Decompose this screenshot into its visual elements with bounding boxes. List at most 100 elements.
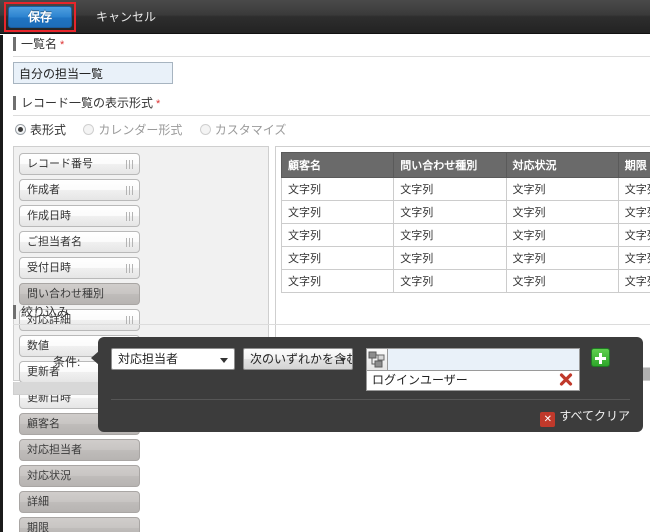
table-row: 文字列 文字列 文字列 文字列 [282, 224, 650, 247]
table-cell: 文字列 [282, 201, 394, 224]
field-chip-used[interactable]: 期限 [19, 517, 140, 532]
table-cell: 文字列 [618, 178, 650, 201]
field-chip-label: 対応状況 [27, 470, 71, 482]
field-chip-used[interactable]: 対応担当者 [19, 439, 140, 461]
filter-value-input[interactable] [388, 348, 580, 371]
filter-value-area: ログインユーザー [366, 348, 580, 391]
radio-label: 表形式 [30, 123, 66, 137]
field-chip-label: 問い合わせ種別 [27, 288, 104, 300]
radio-dot-icon [15, 124, 26, 135]
cancel-button[interactable]: キャンセル [88, 2, 164, 32]
display-format-section-heading: レコード一覧の表示形式* [13, 94, 650, 112]
table-cell: 文字列 [394, 201, 506, 224]
table-cell: 文字列 [618, 247, 650, 270]
radio-customize-format[interactable]: カスタマイズ [200, 120, 287, 140]
filter-field-select-value: 対応担当者 [118, 352, 178, 366]
clear-all-label: すべてクリア [559, 409, 630, 423]
field-chip[interactable]: 作成日時 [19, 205, 140, 227]
radio-calendar-format[interactable]: カレンダー形式 [83, 120, 182, 140]
field-chip-used[interactable]: 対応状況 [19, 465, 140, 487]
table-cell: 文字列 [506, 201, 618, 224]
filter-operator-select-value: 次のいずれかを含む [250, 352, 353, 366]
table-cell: 文字列 [618, 270, 650, 293]
page-body: 一覧名* レコード一覧の表示形式* 表形式 カレンダー形式 カスタマイズ レコー… [0, 35, 650, 532]
table-cell: 文字列 [506, 224, 618, 247]
list-settings-screen: 保存 キャンセル 一覧名* レコード一覧の表示形式* 表形式 カレンダー形式 カ… [0, 0, 650, 532]
table-row: 文字列 文字列 文字列 文字列 [282, 247, 650, 270]
field-chip-label: 期限 [27, 522, 49, 532]
filter-panel-divider [111, 399, 630, 400]
radio-label: カスタマイズ [215, 123, 287, 137]
table-cell: 文字列 [618, 201, 650, 224]
top-toolbar: 保存 キャンセル [0, 0, 650, 34]
table-cell: 文字列 [282, 270, 394, 293]
radio-dot-icon [83, 124, 94, 135]
filter-selected-value: ログインユーザー [366, 370, 580, 391]
drag-handle-icon[interactable] [126, 160, 135, 169]
table-cell: 文字列 [394, 178, 506, 201]
radio-dot-icon [200, 124, 211, 135]
table-cell: 文字列 [282, 224, 394, 247]
table-cell: 文字列 [618, 224, 650, 247]
drag-handle-icon[interactable] [126, 264, 135, 273]
save-button[interactable]: 保存 [8, 6, 72, 28]
radio-table-format[interactable]: 表形式 [15, 120, 66, 140]
table-cell: 文字列 [394, 247, 506, 270]
table-cell: 文字列 [506, 270, 618, 293]
list-name-input[interactable] [13, 62, 173, 84]
condition-label: 条件: [53, 353, 80, 370]
drag-handle-icon[interactable] [126, 212, 135, 221]
table-cell: 文字列 [394, 224, 506, 247]
field-chip[interactable]: 作成者 [19, 179, 140, 201]
column-header[interactable]: 対応状況 [506, 153, 618, 178]
column-header[interactable]: 顧客名 [282, 153, 394, 178]
field-chip-label: 作成者 [27, 184, 60, 196]
table-cell: 文字列 [394, 270, 506, 293]
drag-handle-icon[interactable] [126, 238, 135, 247]
field-chip-label: 作成日時 [27, 210, 71, 222]
field-chip-label: 受付日時 [27, 262, 71, 274]
radio-label: カレンダー形式 [98, 123, 182, 137]
table-row: 文字列 文字列 文字列 文字列 [282, 201, 650, 224]
filter-condition-panel: 条件: 対応担当者 次のいずれかを含む [98, 337, 643, 432]
add-condition-button[interactable] [591, 348, 610, 367]
required-mark: * [156, 98, 160, 110]
filter-field-select[interactable]: 対応担当者 [111, 348, 235, 370]
filter-value-row [366, 348, 580, 371]
column-header[interactable]: 問い合わせ種別 [394, 153, 506, 178]
filter-operator-select[interactable]: 次のいずれかを含む [243, 348, 353, 370]
display-format-divider [13, 115, 650, 116]
table-row: 文字列 文字列 文字列 文字列 [282, 270, 650, 293]
filter-heading-label: 絞り込み [21, 305, 69, 319]
field-chip[interactable]: レコード番号 [19, 153, 140, 175]
filter-selected-value-label: ログインユーザー [372, 373, 468, 387]
display-format-label: レコード一覧の表示形式 [21, 96, 153, 110]
table-cell: 文字列 [282, 178, 394, 201]
required-mark: * [60, 39, 64, 51]
filter-section: 絞り込み 条件: 対応担当者 次のいずれかを含む [3, 303, 650, 432]
filter-section-heading: 絞り込み [13, 303, 650, 321]
field-chip-used[interactable]: 問い合わせ種別 [19, 283, 140, 305]
list-name-divider [13, 56, 650, 57]
x-icon: ✕ [540, 412, 555, 427]
field-chip-label: ご担当者名 [27, 236, 82, 248]
field-chip[interactable]: ご担当者名 [19, 231, 140, 253]
org-tree-icon[interactable] [366, 348, 388, 371]
list-name-section-heading: 一覧名* [13, 35, 650, 53]
field-chip-label: 詳細 [27, 496, 49, 508]
remove-value-icon[interactable] [559, 373, 573, 387]
field-chip-used[interactable]: 詳細 [19, 491, 140, 513]
table-cell: 文字列 [506, 178, 618, 201]
table-row: 文字列 文字列 文字列 文字列 [282, 178, 650, 201]
column-header[interactable]: 期限 [618, 153, 650, 178]
field-chip-label: レコード番号 [27, 158, 93, 170]
table-cell: 文字列 [282, 247, 394, 270]
save-button-highlight: 保存 [4, 2, 76, 32]
field-chip-label: 対応担当者 [27, 444, 82, 456]
drag-handle-icon[interactable] [126, 186, 135, 195]
clear-all-button[interactable]: ✕ すべてクリア [540, 407, 630, 425]
table-cell: 文字列 [506, 247, 618, 270]
filter-divider [13, 324, 650, 325]
preview-table: 顧客名 問い合わせ種別 対応状況 期限 文字列 文字列 文字列 文字列 [281, 152, 650, 293]
field-chip[interactable]: 受付日時 [19, 257, 140, 279]
